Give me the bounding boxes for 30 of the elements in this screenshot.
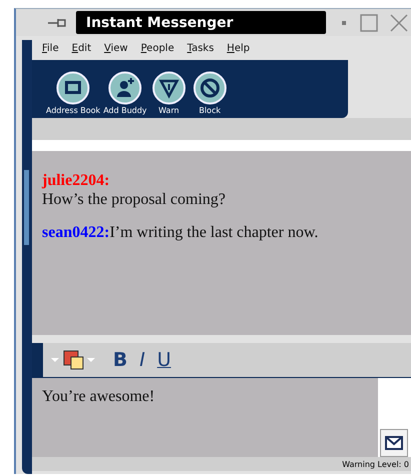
message-text: I’m writing the last chapter now.: [110, 224, 318, 241]
resize-grip[interactable]: [24, 170, 29, 245]
warning-level: Warning Level: 0: [342, 460, 409, 468]
underline-button[interactable]: U: [155, 349, 174, 371]
bold-button[interactable]: B: [111, 349, 130, 371]
menu-item[interactable]: File: [42, 42, 59, 54]
minimize-icon[interactable]: [342, 20, 346, 24]
message-input[interactable]: You’re awesome!: [32, 378, 378, 457]
envelope-icon: [384, 435, 404, 451]
menu-item[interactable]: Edit: [72, 42, 92, 54]
warn-icon: [152, 71, 186, 105]
italic-button[interactable]: I: [137, 349, 148, 371]
message-text: How’s the proposal coming?: [42, 191, 226, 208]
menu-item[interactable]: View: [104, 42, 128, 54]
pin-icon[interactable]: [48, 18, 68, 28]
maximize-icon[interactable]: [360, 14, 378, 32]
toolbar-button[interactable]: Add Buddy: [103, 71, 147, 115]
close-icon[interactable]: [390, 14, 408, 32]
window-title: Instant Messenger: [76, 11, 326, 34]
send-button[interactable]: [380, 429, 408, 457]
add-buddy-icon: [108, 71, 142, 105]
menu-item[interactable]: Tasks: [187, 42, 214, 54]
menu-item[interactable]: Help: [226, 42, 250, 54]
sender-name: julie2204:: [42, 172, 110, 189]
block-icon: [192, 71, 227, 105]
toolbar-button[interactable]: Block: [190, 71, 229, 115]
sender-name: sean0422:: [42, 224, 110, 241]
toolbar-button[interactable]: Warn: [150, 71, 188, 115]
toolbar-button[interactable]: Address Book: [46, 71, 100, 115]
menu-item[interactable]: People: [140, 42, 174, 54]
